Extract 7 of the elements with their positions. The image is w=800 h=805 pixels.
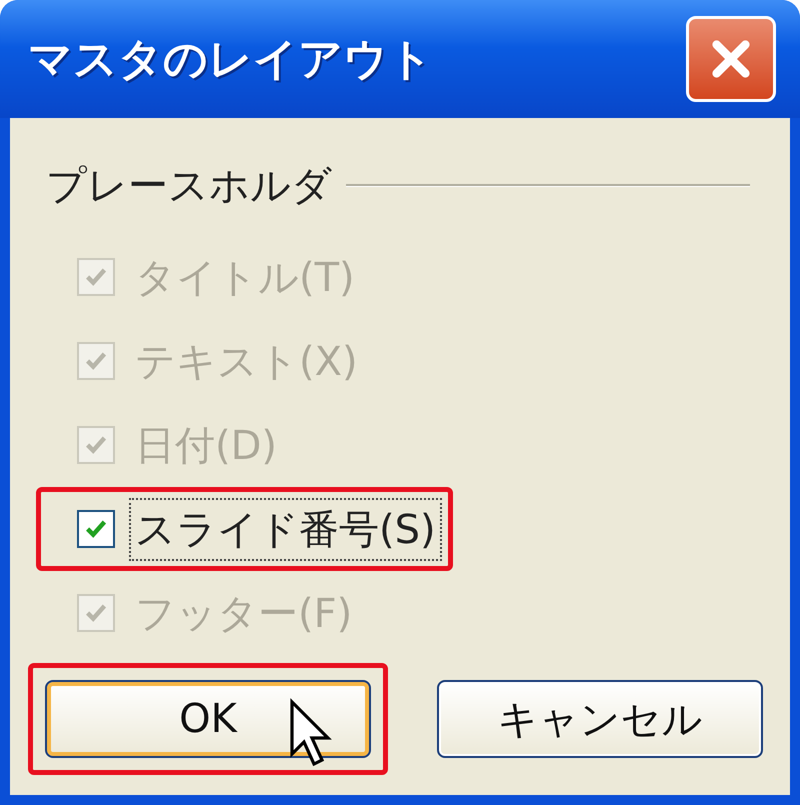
checkbox-label[interactable]: スライド番号(S) bbox=[129, 498, 442, 560]
window-title: マスタのレイアウト bbox=[28, 32, 433, 86]
close-button[interactable] bbox=[686, 16, 776, 102]
cancel-button[interactable]: キャンセル bbox=[437, 680, 763, 758]
ok-button[interactable]: OK bbox=[45, 680, 371, 758]
checkbox[interactable] bbox=[77, 510, 115, 548]
group-label: プレースホルダ bbox=[46, 162, 332, 211]
